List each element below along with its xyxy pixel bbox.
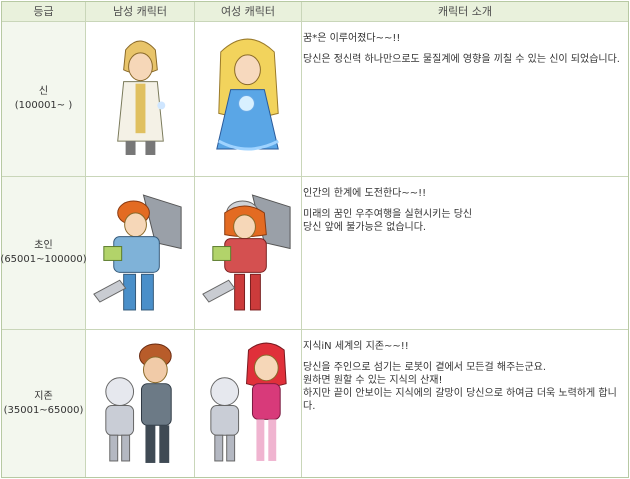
character-grade-table: 등급 남성 캐릭터 여성 캐릭터 캐릭터 소개 신 (100001~ ) 꿈*은…	[0, 0, 630, 479]
superman-male-icon	[93, 194, 182, 311]
god-male-icon	[117, 40, 166, 155]
table-row: 초인 (65001~100000) 인간의 한계에 도전한다~~!! 미래의 꿈…	[0, 176, 628, 329]
header-female-character: 여성 캐릭터	[195, 2, 302, 21]
table-row: 신 (100001~ ) 꿈*은 이루어졌다~~!! 당신은 정신력 하나만으로…	[2, 21, 628, 176]
female-character-cell	[195, 177, 302, 329]
male-character-cell	[86, 177, 195, 329]
supreme-female-icon	[210, 342, 287, 462]
god-female-icon	[216, 38, 279, 151]
supreme-male-icon	[105, 343, 172, 463]
table-grid: 등급 남성 캐릭터 여성 캐릭터 캐릭터 소개 신 (100001~ ) 꿈*은…	[0, 1, 629, 478]
intro-text: 당신은 정신력 하나만으로도 물질계에 영향을 끼칠 수 있는 신이 되었습니다…	[303, 54, 620, 65]
table-row: 지존 (35001~65000) 지식iN 세계의 지존~~!! 당신을 주인으…	[2, 329, 628, 477]
intro-cell: 꿈*은 이루어졌다~~!! 당신은 정신력 하나만으로도 물질계에 영향을 끼칠…	[302, 22, 628, 176]
grade-name: 신	[38, 86, 49, 97]
female-character-cell	[195, 22, 302, 176]
male-character-cell	[86, 22, 195, 176]
intro-title: 꿈*은 이루어졌다~~!!	[303, 33, 401, 44]
superman-female-icon	[202, 194, 291, 311]
intro-text: 당신을 주인으로 섬기는 로봇이 곁에서 모든걸 해주는군요.	[303, 362, 547, 373]
grade-cell: 신 (100001~ )	[2, 22, 86, 176]
intro-title: 인간의 한계에 도전한다~~!!	[303, 188, 427, 199]
header-male-character: 남성 캐릭터	[86, 2, 195, 21]
female-character-cell	[195, 330, 302, 477]
header-character-intro: 캐릭터 소개	[302, 2, 628, 21]
grade-cell: 지존 (35001~65000)	[2, 330, 86, 477]
intro-text: 원하면 원할 수 있는 지식의 산재!	[303, 375, 443, 386]
intro-cell: 지식iN 세계의 지존~~!! 당신을 주인으로 섬기는 로봇이 곁에서 모든걸…	[302, 330, 628, 477]
male-character-cell	[86, 330, 195, 477]
grade-name: 지존	[34, 390, 53, 402]
grade-range: (65001~100000)	[0, 254, 87, 265]
grade-name: 초인	[34, 240, 53, 251]
intro-text: 미래의 꿈인 우주여행을 실현시키는 당신	[303, 209, 473, 220]
intro-title: 지식iN 세계의 지존~~!!	[303, 341, 409, 352]
grade-cell: 초인 (65001~100000)	[0, 177, 87, 329]
intro-text: 하지만 끝이 안보이는 지식에의 갈망이 당신으로 하여금 더욱 노력하게 합니…	[303, 388, 617, 412]
header-grade: 등급	[2, 2, 86, 21]
grade-range: (100001~ )	[14, 100, 73, 111]
intro-text: 당신 앞에 불가능은 없습니다.	[303, 222, 427, 233]
intro-cell: 인간의 한계에 도전한다~~!! 미래의 꿈인 우주여행을 실현시키는 당신 당…	[302, 177, 628, 329]
grade-range: (35001~65000)	[3, 404, 84, 416]
